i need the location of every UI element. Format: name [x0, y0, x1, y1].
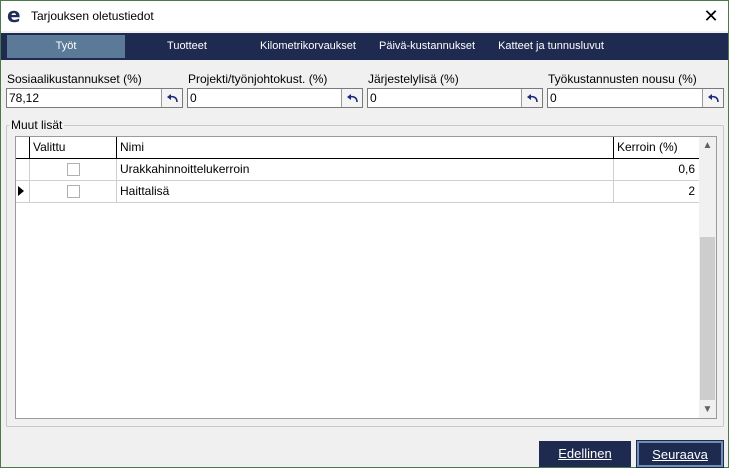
dialog-window: e Tarjouksen oletustiedot ✕ Työt Tuottee… [0, 0, 729, 468]
column-header-valittu[interactable]: Valittu [30, 137, 117, 158]
grid-header: Valittu Nimi Kerroin (%) [16, 137, 700, 159]
tab-paiva-kustannukset[interactable]: Päivä-kustannukset [375, 35, 479, 58]
nimi-cell[interactable]: Haittalisä [117, 181, 614, 202]
next-button[interactable]: Seuraava [636, 440, 724, 468]
jarjestelylisa-field [367, 88, 543, 108]
row-selector[interactable] [16, 159, 30, 180]
tab-tyot[interactable]: Työt [7, 35, 125, 58]
sosiaalikustannukset-reset-button[interactable] [161, 89, 182, 107]
column-header-kerroin[interactable]: Kerroin (%) [614, 137, 700, 158]
scrollbar-thumb[interactable] [700, 237, 715, 400]
title-bar: e Tarjouksen oletustiedot ✕ [1, 1, 728, 31]
tab-kilometrikorvaukset[interactable]: Kilometrikorvaukset [253, 35, 363, 58]
valittu-checkbox[interactable] [67, 185, 80, 198]
muut-lisat-label: Muut lisät [9, 118, 65, 132]
tyokustannusten-nousu-field [547, 88, 724, 108]
undo-arrow-icon [707, 93, 719, 102]
tyokustannusten-nousu-input[interactable] [548, 89, 700, 107]
jarjestelylisa-reset-button[interactable] [521, 89, 542, 107]
current-row-indicator-icon [18, 186, 24, 196]
kerroin-cell[interactable]: 0,6 [614, 159, 700, 180]
sosiaalikustannukset-input[interactable] [7, 89, 159, 107]
valittu-cell [30, 181, 117, 202]
undo-arrow-icon [346, 93, 358, 102]
window-title: Tarjouksen oletustiedot [31, 9, 154, 23]
tab-tuotteet[interactable]: Tuotteet [151, 35, 223, 58]
tyokustannusten-nousu-label: Työkustannusten nousu (%) [548, 72, 697, 86]
chevron-down-icon[interactable]: ▼ [699, 401, 716, 418]
table-row[interactable]: Urakkahinnoittelukerroin 0,6 [16, 159, 700, 181]
tab-bar: Työt Tuotteet Kilometrikorvaukset Päivä-… [1, 33, 728, 60]
row-selector[interactable] [16, 181, 30, 202]
jarjestelylisa-label: Järjestelylisä (%) [368, 72, 459, 86]
valittu-checkbox[interactable] [67, 163, 80, 176]
tyokustannusten-nousu-reset-button[interactable] [702, 89, 723, 107]
muut-lisat-grid: Valittu Nimi Kerroin (%) Urakkahinnoitte… [15, 136, 717, 419]
jarjestelylisa-input[interactable] [368, 89, 520, 107]
projekti-tyonjohtokust-input[interactable] [188, 89, 340, 107]
projekti-tyonjohtokust-field [187, 88, 363, 108]
previous-button[interactable]: Edellinen [539, 441, 631, 467]
sosiaalikustannukset-field [6, 88, 183, 108]
kerroin-cell[interactable]: 2 [614, 181, 700, 202]
nimi-cell[interactable]: Urakkahinnoittelukerroin [117, 159, 614, 180]
sosiaalikustannukset-label: Sosiaalikustannukset (%) [7, 72, 142, 86]
valittu-cell [30, 159, 117, 180]
undo-arrow-icon [166, 93, 178, 102]
vertical-scrollbar[interactable]: ▲ ▼ [699, 137, 716, 418]
tab-katteet-ja-tunnusluvut[interactable]: Katteet ja tunnusluvut [489, 35, 613, 58]
column-header-nimi[interactable]: Nimi [117, 137, 614, 158]
projekti-tyonjohtokust-reset-button[interactable] [341, 89, 362, 107]
close-button[interactable]: ✕ [698, 3, 724, 29]
chevron-up-icon[interactable]: ▲ [699, 137, 716, 154]
projekti-tyonjohtokust-label: Projekti/työnjohtokust. (%) [188, 72, 328, 86]
row-selector-header [16, 137, 30, 158]
table-row[interactable]: Haittalisä 2 [16, 181, 700, 203]
app-logo-icon: e [7, 3, 21, 27]
undo-arrow-icon [526, 93, 538, 102]
